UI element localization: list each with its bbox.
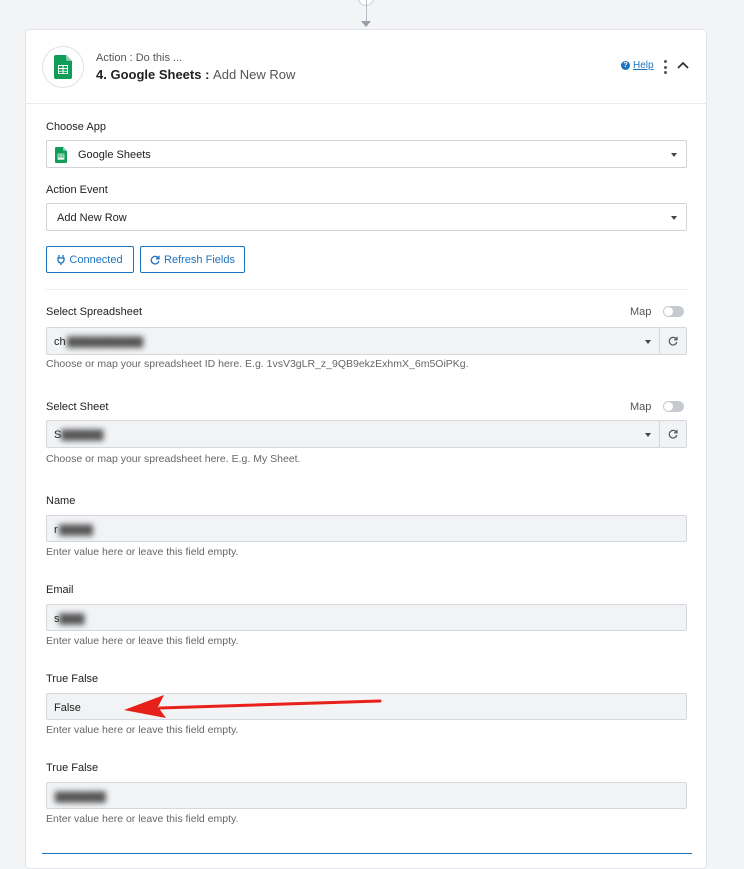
step-card: Action : Do this ... 4. Google Sheets : … [25,29,707,869]
refresh-icon [668,336,678,346]
action-event-select[interactable]: Add New Row [46,203,687,231]
choose-app-label: Choose App [46,121,106,133]
help-icon: ? [621,61,630,70]
more-options-icon[interactable] [663,60,667,74]
refresh-fields-button[interactable]: Refresh Fields [140,246,245,273]
field-label: True False [46,673,99,685]
connected-button[interactable]: Connected [46,246,134,273]
field-hint: Enter value here or leave this field emp… [46,635,239,647]
step-subtitle: Action : Do this ... [96,52,183,64]
connected-label: Connected [69,253,123,266]
step-title: 4. Google Sheets : Add New Row [96,67,295,82]
section-divider [46,289,687,290]
map-label: Map [630,306,652,318]
field-hint: Enter value here or leave this field emp… [46,724,239,736]
next-section-border [42,853,692,854]
plug-icon [57,254,66,265]
step-header[interactable]: Action : Do this ... 4. Google Sheets : … [26,30,706,104]
field-label: True False [46,762,99,774]
choose-app-select[interactable]: Google Sheets [46,140,687,168]
annotation-arrow-icon [124,695,382,718]
map-label: Map [630,401,652,413]
caret-down-icon [645,433,651,437]
true-false-value: False [54,702,81,714]
refresh-fields-label: Refresh Fields [164,253,235,266]
true-false-input-2[interactable]: ▇▇▇▇▇▇ [46,782,687,809]
map-toggle[interactable] [663,401,684,412]
help-link[interactable]: ? Help [621,60,654,71]
name-value-redacted: ▇▇▇▇ [59,524,93,536]
step-title-event: Add New Row [213,67,296,82]
true-false-value-redacted: ▇▇▇▇▇▇ [55,791,106,803]
sheet-refresh-button[interactable] [659,420,687,448]
email-input[interactable]: s ▇▇▇ [46,604,687,631]
sheet-value-redacted: ▇▇▇▇▇ [61,429,104,441]
step-title-app: 4. Google Sheets : [96,67,210,82]
refresh-icon [150,255,160,265]
app-logo [42,46,84,88]
spreadsheet-select[interactable]: ch ▇▇▇▇▇▇▇▇▇ [46,327,660,355]
help-label: Help [633,60,654,71]
select-sheet-label: Select Sheet [46,401,109,413]
connector-line [366,0,367,22]
refresh-icon [668,429,678,439]
choose-app-value: Google Sheets [78,149,151,161]
spreadsheet-hint: Choose or map your spreadsheet ID here. … [46,358,469,370]
action-event-value: Add New Row [57,212,127,224]
google-sheets-icon [54,55,72,79]
caret-down-icon [671,216,677,220]
name-value: r [54,524,58,536]
connector-arrow-icon [361,21,371,27]
sheet-select[interactable]: S ▇▇▇▇▇ [46,420,660,448]
spreadsheet-refresh-button[interactable] [659,327,687,355]
sheet-hint: Choose or map your spreadsheet here. E.g… [46,453,301,465]
spreadsheet-value-redacted: ▇▇▇▇▇▇▇▇▇ [67,336,144,348]
chevron-up-icon[interactable] [676,59,690,73]
caret-down-icon [645,340,651,344]
caret-down-icon [671,153,677,157]
select-spreadsheet-label: Select Spreadsheet [46,306,143,318]
field-label: Email [46,584,74,596]
email-value-redacted: ▇▇▇ [59,613,85,625]
name-input[interactable]: r ▇▇▇▇ [46,515,687,542]
google-sheets-icon [55,147,67,163]
field-hint: Enter value here or leave this field emp… [46,813,239,825]
spreadsheet-value: ch [54,336,66,348]
field-label: Name [46,495,76,507]
action-event-label: Action Event [46,184,108,196]
map-toggle[interactable] [663,306,684,317]
field-hint: Enter value here or leave this field emp… [46,546,239,558]
